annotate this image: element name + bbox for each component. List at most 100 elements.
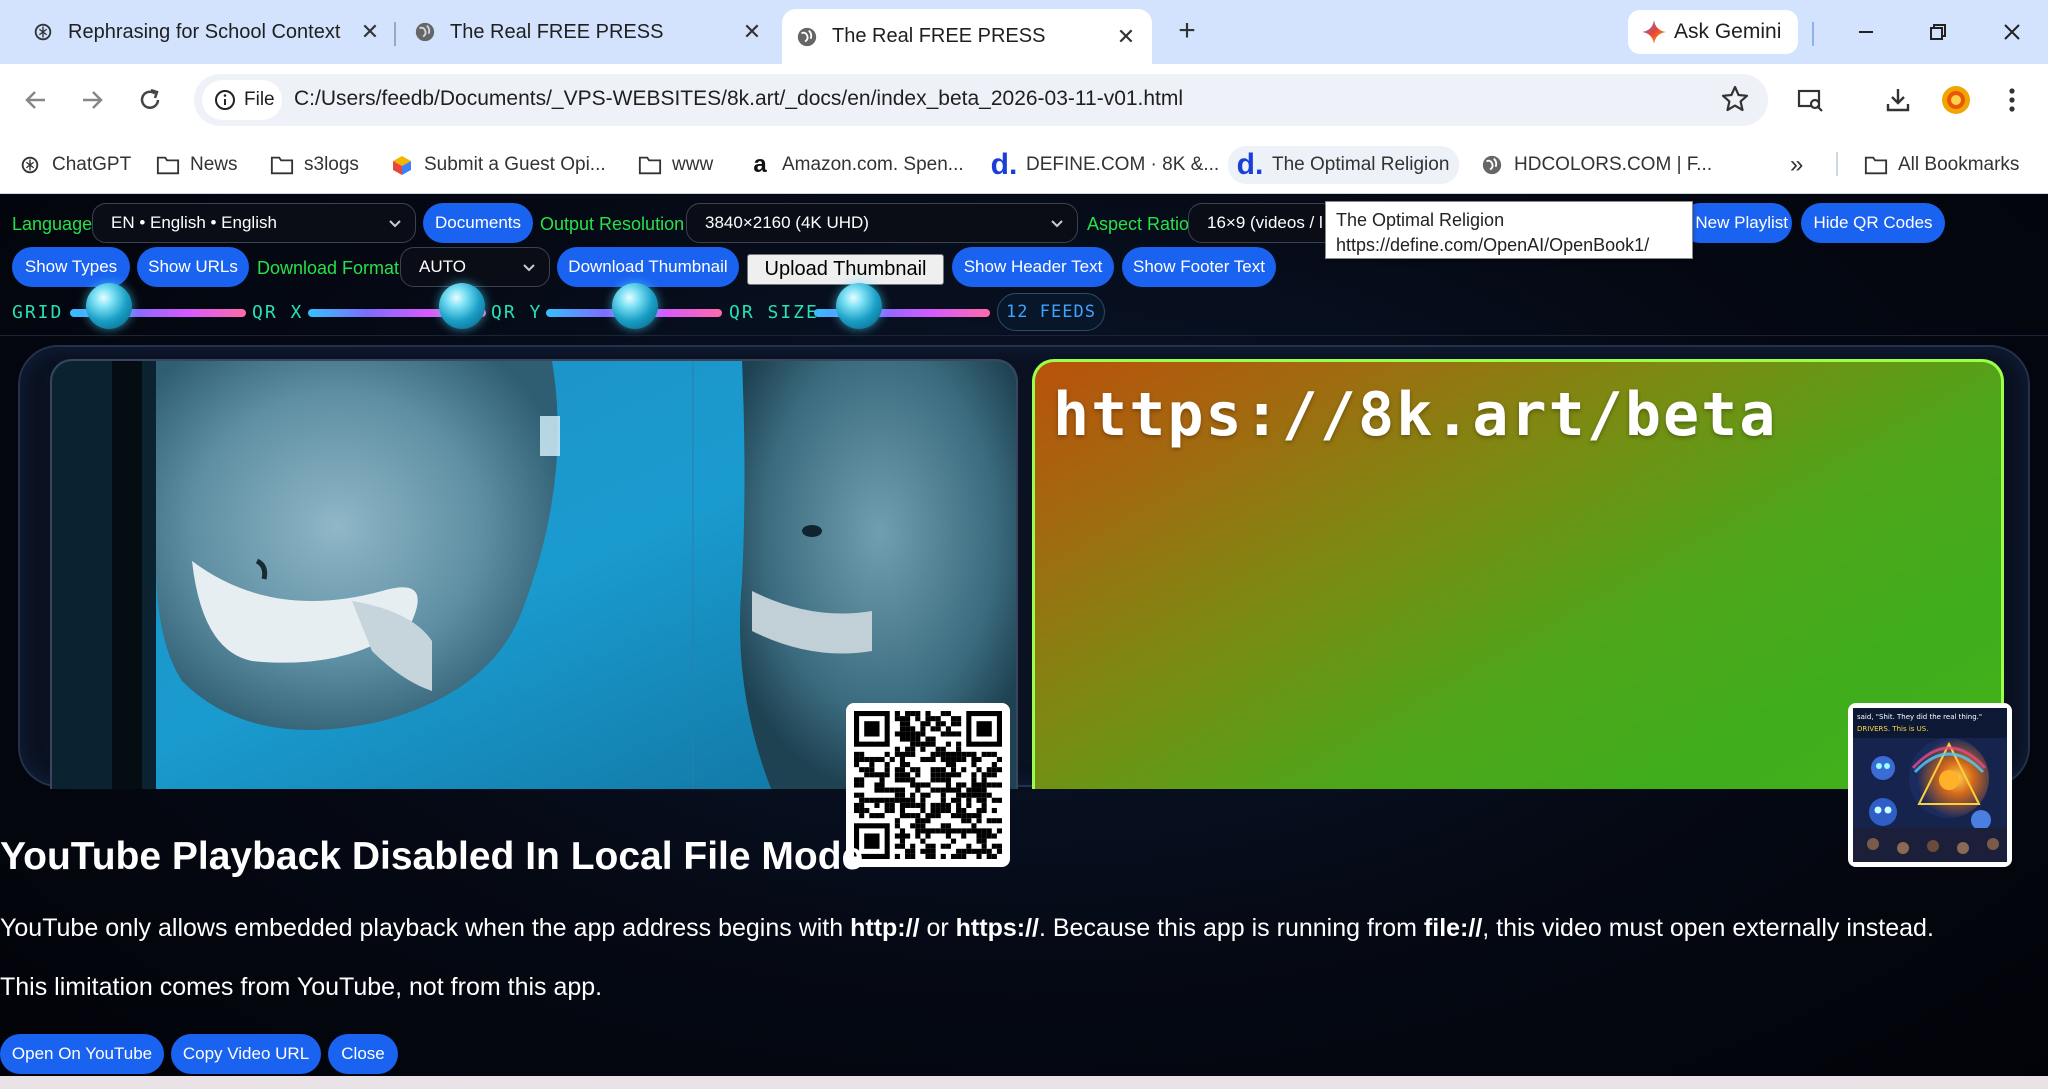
- close-icon[interactable]: ✕: [740, 19, 764, 44]
- restore-button[interactable]: [1918, 14, 1958, 50]
- bookmark-guest-opinion[interactable]: Submit a Guest Opi...: [390, 146, 606, 184]
- close-icon[interactable]: ✕: [358, 19, 382, 44]
- bookmark-news[interactable]: News: [156, 146, 238, 184]
- grid-slider-knob[interactable]: [86, 283, 132, 329]
- notice-text: , this video must open externally instea…: [1482, 914, 1934, 942]
- more-bookmarks-chevron[interactable]: »: [1790, 146, 1803, 184]
- bookmark-hdcolors[interactable]: HDCOLORS.COM | F...: [1480, 146, 1712, 184]
- language-label: Language: [12, 214, 93, 234]
- address-bar[interactable]: File C:/Users/feedb/Documents/_VPS-WEBSI…: [194, 74, 1768, 126]
- download-format-select[interactable]: AUTO: [400, 247, 550, 287]
- all-bookmarks[interactable]: All Bookmarks: [1864, 146, 2019, 184]
- reload-button[interactable]: [132, 82, 168, 118]
- menu-button[interactable]: [1994, 82, 2030, 118]
- bottom-strip: [0, 1076, 2048, 1089]
- globe-icon: [415, 22, 435, 42]
- tab-strip: Rephrasing for School Context ✕ The Real…: [0, 0, 2048, 64]
- upload-thumbnail-button[interactable]: Upload Thumbnail: [747, 254, 944, 285]
- close-window-button[interactable]: [1992, 14, 2032, 50]
- chevron-down-icon: [1051, 220, 1063, 228]
- thumb-caption-2: DRIVERS. This is US.: [1857, 725, 1928, 733]
- language-select[interactable]: EN • English • English: [92, 203, 416, 243]
- tab-title: The Real FREE PRESS: [832, 25, 1046, 47]
- ask-gemini-label: Ask Gemini: [1674, 20, 1782, 43]
- qr-y-slider-knob[interactable]: [612, 283, 658, 329]
- download-format-label: Download Format: [257, 258, 400, 278]
- site-info-chip[interactable]: File: [202, 80, 282, 120]
- bookmarks-bar: ChatGPT News s3logs Submit a Guest Opi..…: [0, 136, 2048, 194]
- bookmark-star-icon[interactable]: [1720, 84, 1750, 114]
- feed-stage: https://8k.art/beta said, "Shit. They di…: [18, 345, 2030, 867]
- download-thumbnail-button[interactable]: Download Thumbnail: [557, 247, 739, 287]
- downloads-button[interactable]: [1880, 82, 1916, 118]
- playlist-thumbnail[interactable]: said, "Shit. They did the real thing." D…: [1848, 703, 2012, 867]
- new-tab-button[interactable]: +: [1170, 14, 1204, 48]
- grid-slider-label: GRID: [12, 302, 64, 323]
- close-button[interactable]: Close: [328, 1034, 398, 1074]
- aspect-ratio-label: Aspect Ratio: [1087, 214, 1190, 234]
- qr-size-slider-label: QR SIZE: [729, 302, 819, 323]
- documents-button[interactable]: Documents: [423, 203, 533, 243]
- forward-button[interactable]: [74, 82, 110, 118]
- show-footer-text-button[interactable]: Show Footer Text: [1122, 247, 1276, 287]
- bookmark-www[interactable]: www: [638, 146, 713, 184]
- bookmark-label: The Optimal Religion: [1272, 154, 1450, 175]
- reload-icon: [140, 88, 160, 109]
- qr-y-slider-label: QR Y: [491, 302, 543, 323]
- aspect-ratio-select[interactable]: 16×9 (videos / l: [1188, 203, 1338, 243]
- bookmark-optimal-religion[interactable]: d. The Optimal Religion: [1228, 146, 1460, 184]
- tab-rephrasing[interactable]: Rephrasing for School Context ✕: [18, 9, 396, 55]
- chatgpt-icon: [34, 23, 52, 41]
- bookmark-chatgpt[interactable]: ChatGPT: [18, 146, 131, 184]
- bookmark-define[interactable]: d. DEFINE.COM · 8K &...: [990, 146, 1220, 184]
- output-resolution-select[interactable]: 3840×2160 (4K UHD): [686, 203, 1078, 243]
- show-header-text-button[interactable]: Show Header Text: [952, 247, 1114, 287]
- show-types-button[interactable]: Show Types: [12, 247, 130, 287]
- define-d-icon: d.: [1236, 148, 1264, 181]
- hide-qr-codes-button[interactable]: Hide QR Codes: [1801, 203, 1945, 243]
- browser-toolbar: File C:/Users/feedb/Documents/_VPS-WEBSI…: [0, 64, 2048, 136]
- qr-size-slider-knob[interactable]: [836, 283, 882, 329]
- define-d-icon: d.: [990, 148, 1018, 181]
- minimize-icon: [1859, 31, 1873, 33]
- bookmark-label: HDCOLORS.COM | F...: [1514, 154, 1713, 175]
- bookmark-label: ChatGPT: [52, 154, 132, 175]
- bookmark-amazon[interactable]: a Amazon.com. Spen...: [748, 146, 963, 184]
- folder-icon: [270, 153, 294, 177]
- bookmark-label: s3logs: [304, 154, 359, 175]
- robots-artwork-image: said, "Shit. They did the real thing." D…: [1853, 708, 2007, 862]
- close-icon[interactable]: ✕: [1114, 24, 1138, 49]
- ask-gemini-button[interactable]: Ask Gemini: [1628, 10, 1798, 54]
- restore-icon: [1930, 24, 1946, 40]
- card-url-text: https://8k.art/beta: [1053, 380, 1778, 450]
- notice-code-file: file://: [1423, 914, 1483, 942]
- tab-title: The Real FREE PRESS: [450, 20, 664, 43]
- minimize-button[interactable]: [1846, 14, 1886, 50]
- download-icon: [1886, 89, 1910, 112]
- notice-code-http: http://: [850, 914, 920, 942]
- tab-free-press-active[interactable]: The Real FREE PRESS ✕: [782, 9, 1152, 64]
- qr-code-icon: [854, 711, 1002, 859]
- tab-free-press[interactable]: The Real FREE PRESS ✕: [400, 9, 778, 55]
- back-button[interactable]: [18, 82, 54, 118]
- colorful-cube-icon: [390, 153, 414, 177]
- chevron-down-icon: [389, 220, 401, 228]
- bookmark-label: Submit a Guest Opi...: [424, 154, 606, 175]
- profile-avatar[interactable]: [1938, 82, 1974, 118]
- folder-icon: [1864, 153, 1888, 177]
- chevron-down-icon: [523, 264, 535, 272]
- resolution-value: 3840×2160 (4K UHD): [705, 213, 869, 232]
- cast-search-button[interactable]: [1792, 82, 1828, 118]
- qr-x-slider-label: QR X: [252, 302, 304, 323]
- notice-text: or: [919, 914, 956, 942]
- show-urls-button[interactable]: Show URLs: [137, 247, 249, 287]
- notice-text: YouTube only allows embedded playback wh…: [0, 914, 851, 942]
- file-label: File: [244, 89, 275, 110]
- aspect-ratio-value: 16×9 (videos / l: [1207, 213, 1323, 232]
- qr-x-slider-knob[interactable]: [439, 283, 485, 329]
- bookmark-label: News: [190, 154, 238, 175]
- copy-video-url-button[interactable]: Copy Video URL: [171, 1034, 321, 1074]
- bookmark-s3logs[interactable]: s3logs: [270, 146, 359, 184]
- open-on-youtube-button[interactable]: Open On YouTube: [0, 1034, 164, 1074]
- new-playlist-button[interactable]: New Playlist: [1680, 203, 1792, 243]
